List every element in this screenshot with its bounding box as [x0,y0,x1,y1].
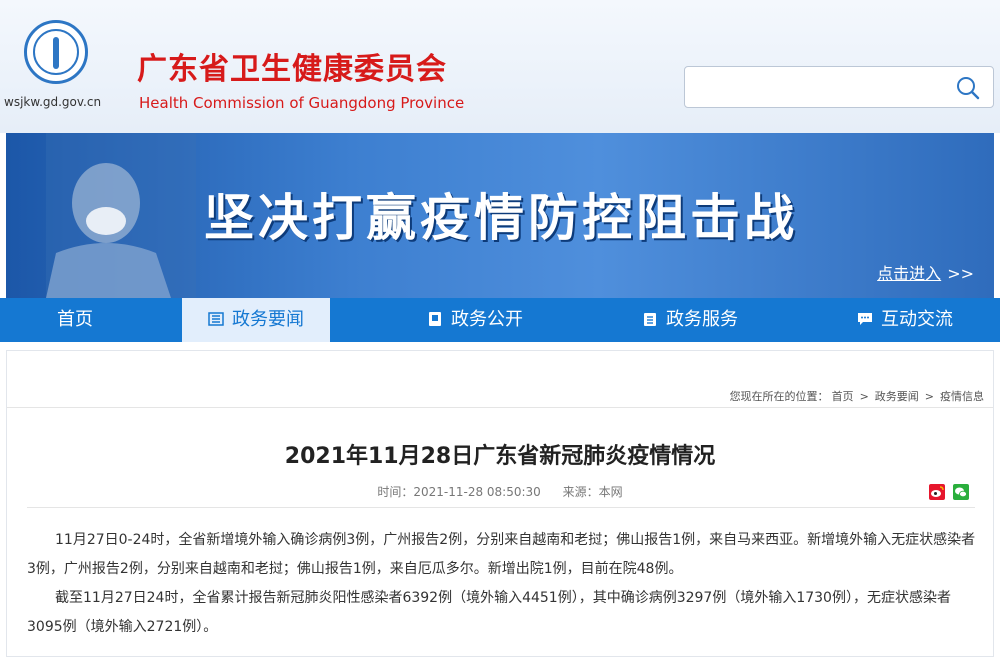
nav-label: 首页 [57,309,93,330]
nav-item-home[interactable]: 首页 [0,298,150,342]
commission-emblem-logo[interactable] [24,20,88,84]
divider [27,507,975,508]
breadcrumb: 您现在所在的位置： 首页 > 政务要闻 > 疫情信息 [730,388,987,404]
article-time: 时间：2021-11-28 08:50:30 [377,485,541,499]
site-domain: wsjkw.gd.gov.cn [4,95,102,109]
banner-slogan: 坚决打赢疫情防控阻击战 [204,189,798,247]
weibo-share-icon[interactable] [929,484,945,500]
article-meta: 时间：2021-11-28 08:50:30 来源：本网 [7,483,993,500]
article-container: 您现在所在的位置： 首页 > 政务要闻 > 疫情信息 2021年11月28日广东省新冠肺炎… [6,350,994,657]
search-icon[interactable] [955,75,981,101]
main-nav: 首页 政务要闻 政务公开 政务服务 互动交流 [0,298,1000,342]
article-source: 来源：本网 [562,485,623,499]
breadcrumb-prefix: 您现在所在的位置： [729,390,829,403]
site-title[interactable]: 广东省卫生健康委员会 [137,44,447,88]
wechat-share-icon[interactable] [953,484,969,500]
search-box [684,66,994,108]
nav-label: 政务公开 [451,309,523,330]
article-title: 2021年11月28日广东省新冠肺炎疫情情况 [284,444,716,469]
divider [7,407,993,408]
nav-label: 互动交流 [881,309,953,330]
nav-label: 政务要闻 [232,309,304,330]
breadcrumb-item-epidemic-info[interactable]: 疫情信息 [940,390,984,403]
article-paragraph: 截至11月27日24时，全省累计报告新冠肺炎阳性感染者6392例（境外输入445… [27,590,951,635]
breadcrumb-item-news[interactable]: 政务要闻 [875,390,919,403]
nav-label: 政务服务 [666,309,738,330]
nav-item-interaction[interactable]: 互动交流 [840,298,970,342]
nav-item-public[interactable]: 政务公开 [410,298,540,342]
article-paragraph: 11月27日0-24时，全省新增境外输入确诊病例3例，广州报告2例，分别来自越南… [27,532,976,577]
article-body: 11月27日0-24时，全省新增境外输入确诊病例3例，广州报告2例，分别来自越南… [27,526,977,642]
medical-worker-figure [46,133,196,298]
breadcrumb-separator: > [924,390,934,403]
chat-icon [858,313,872,325]
epidemic-banner[interactable]: 坚决打赢疫情防控阻击战 点击进入 >> [6,133,994,298]
document-icon [429,312,441,326]
banner-enter-label: 点击进入 [877,264,942,283]
news-icon [208,312,224,326]
breadcrumb-separator: > [859,390,869,403]
double-chevron-right-icon: >> [947,264,974,283]
site-subtitle: Health Commission of Guangdong Province [139,94,465,112]
site-header: wsjkw.gd.gov.cn 广东省卫生健康委员会 Health Commis… [0,0,1000,133]
banner-enter-link[interactable]: 点击进入 >> [877,260,974,284]
search-input[interactable] [693,75,943,99]
clipboard-icon [644,313,656,326]
nav-item-news[interactable]: 政务要闻 [182,298,330,342]
nav-item-services[interactable]: 政务服务 [625,298,755,342]
breadcrumb-item-home[interactable]: 首页 [832,390,854,403]
